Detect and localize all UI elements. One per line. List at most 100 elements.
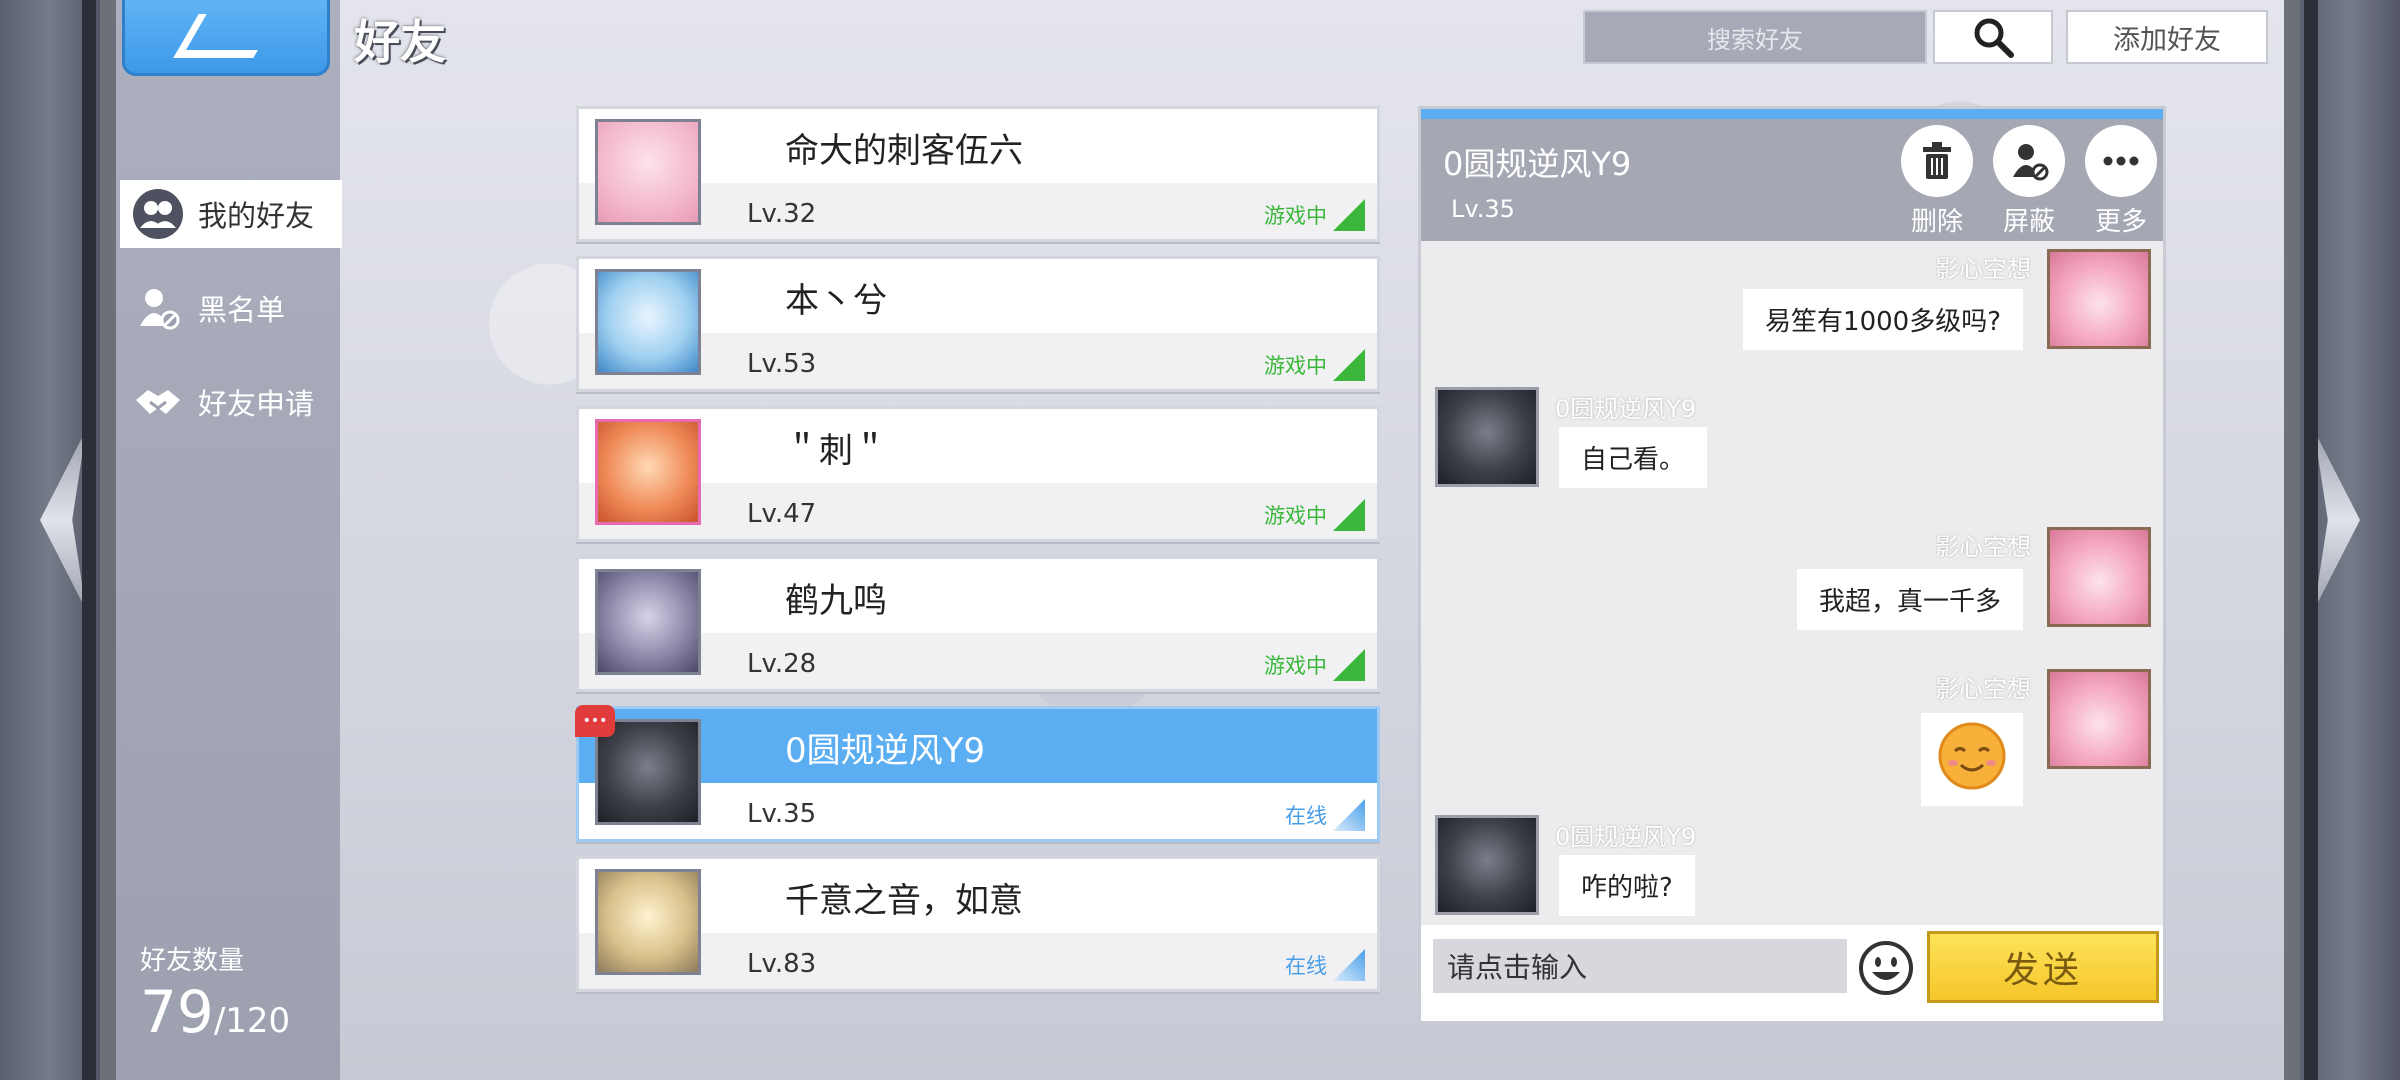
message-bubble: 咋的啦? xyxy=(1559,855,1695,916)
emoji-button[interactable] xyxy=(1857,939,1915,997)
avatar xyxy=(1435,387,1539,487)
friend-name: 0圆规逆风Y9 xyxy=(785,731,986,771)
status-text: 游戏中 xyxy=(1264,504,1327,528)
friend-count-max: /120 xyxy=(213,1001,291,1041)
message-list: 影心空想 易笙有1000多级吗? 0圆规逆风Y9 自己看。 影心空想 我超，真一… xyxy=(1421,241,2163,931)
friend-status: 游戏中 xyxy=(1264,199,1365,231)
avatar xyxy=(2047,527,2151,627)
sidebar-item-label: 我的好友 xyxy=(198,199,315,233)
right-arrow-icon[interactable] xyxy=(2314,430,2360,610)
friend-card[interactable]: 鹤九鸣 Lv.28 游戏中 xyxy=(576,556,1380,692)
avatar xyxy=(595,569,701,675)
friend-avatar-image xyxy=(598,272,698,372)
friend-count-value: 79 xyxy=(140,978,214,1046)
delete-button[interactable]: 删除 xyxy=(1899,125,1975,238)
emoji-icon xyxy=(1859,941,1913,995)
message-bubble: 易笙有1000多级吗? xyxy=(1743,289,2023,350)
left-frame xyxy=(0,0,100,1080)
chat-input[interactable]: 请点击输入 xyxy=(1433,939,1847,993)
friend-level: Lv.47 xyxy=(747,499,817,529)
sidebar-item-label: 好友申请 xyxy=(198,387,315,421)
status-text: 游戏中 xyxy=(1264,654,1327,678)
signal-icon xyxy=(1333,799,1365,831)
signal-icon xyxy=(1333,499,1365,531)
chat-friend-level: Lv.35 xyxy=(1451,195,1515,223)
signal-icon xyxy=(1333,649,1365,681)
friend-level: Lv.53 xyxy=(747,349,817,379)
handshake-icon xyxy=(132,376,184,428)
chat-panel: 0圆规逆风Y9 Lv.35 删除 屏蔽 更多 影心空想 易笙有1000多级吗? … xyxy=(1418,106,2166,1024)
block-button[interactable]: 屏蔽 xyxy=(1991,125,2067,238)
friends-icon xyxy=(132,188,184,240)
sidebar: 我的好友 黑名单 好友申请 好友数量 79 /120 xyxy=(116,0,342,1080)
add-friend-button[interactable]: 添加好友 xyxy=(2066,10,2268,64)
friend-count: 79 /120 xyxy=(140,978,290,1046)
message-sender: 0圆规逆风Y9 xyxy=(1555,823,1697,851)
friend-level: Lv.28 xyxy=(747,649,817,679)
friend-status: 在线 xyxy=(1285,799,1365,831)
avatar xyxy=(595,269,701,375)
friend-name: ＂刺＂ xyxy=(785,431,887,471)
signal-icon xyxy=(1333,199,1365,231)
sidebar-item-label: 黑名单 xyxy=(198,293,286,327)
message-sender: 0圆规逆风Y9 xyxy=(1555,395,1697,423)
send-button[interactable]: 发送 xyxy=(1927,931,2159,1003)
friend-card[interactable]: 命大的刺客伍六 Lv.32 游戏中 xyxy=(576,106,1380,242)
message-bubble: 自己看。 xyxy=(1559,427,1708,488)
friend-status: 在线 xyxy=(1285,949,1365,981)
status-text: 游戏中 xyxy=(1264,354,1327,378)
back-button[interactable] xyxy=(122,0,330,76)
avatar xyxy=(2047,249,2151,349)
chat-accent-bar xyxy=(1421,109,2163,119)
friend-avatar-image xyxy=(598,122,698,222)
friend-level: Lv.32 xyxy=(747,199,817,229)
chat-friend-name: 0圆规逆风Y9 xyxy=(1443,145,1632,183)
main-panel: 我的好友 黑名单 好友申请 好友数量 79 /120 好友 搜索好友 添加好友 xyxy=(116,0,2284,1080)
block-user-icon xyxy=(2013,144,2049,181)
more-button[interactable]: 更多 xyxy=(2083,125,2159,238)
message-sender: 影心空想 xyxy=(1935,255,2031,283)
friend-card[interactable]: 千意之音，如意 Lv.83 在线 xyxy=(576,856,1380,992)
signal-icon xyxy=(1333,349,1365,381)
status-text: 在线 xyxy=(1285,804,1327,828)
friend-name: 鹤九鸣 xyxy=(785,581,887,621)
left-arrow-icon[interactable] xyxy=(40,430,86,610)
friend-avatar-image xyxy=(598,872,698,972)
sidebar-item-friend-requests[interactable]: 好友申请 xyxy=(120,368,340,436)
status-text: 在线 xyxy=(1285,954,1327,978)
message-sender: 影心空想 xyxy=(1935,675,2031,703)
status-text: 游戏中 xyxy=(1264,204,1327,228)
search-icon xyxy=(1974,18,2014,58)
signal-icon xyxy=(1333,949,1365,981)
friend-level: Lv.35 xyxy=(747,799,817,829)
friend-status: 游戏中 xyxy=(1264,499,1365,531)
avatar xyxy=(1435,815,1539,915)
sidebar-item-blacklist[interactable]: 黑名单 xyxy=(120,274,340,342)
friend-count-label: 好友数量 xyxy=(140,946,245,976)
avatar xyxy=(595,119,701,225)
friend-avatar-image xyxy=(598,722,698,822)
friend-status: 游戏中 xyxy=(1264,349,1365,381)
friend-status: 游戏中 xyxy=(1264,649,1365,681)
friend-card-selected[interactable]: ••• 0圆规逆风Y9 Lv.35 在线 xyxy=(575,705,1380,842)
friend-card[interactable]: ＂刺＂ Lv.47 游戏中 xyxy=(576,406,1380,542)
back-arrow-icon xyxy=(173,14,279,58)
delete-label: 删除 xyxy=(1910,207,1963,237)
search-button[interactable] xyxy=(1933,10,2053,64)
avatar xyxy=(595,419,701,525)
friend-name: 命大的刺客伍六 xyxy=(785,131,1023,171)
friend-card[interactable]: 本丶兮 Lv.53 游戏中 xyxy=(576,256,1380,392)
friend-avatar-image xyxy=(598,572,698,672)
message-bubble: 我超，真一千多 xyxy=(1796,569,2023,630)
smile-emoji-icon xyxy=(1938,722,2006,790)
search-input[interactable]: 搜索好友 xyxy=(1583,10,1927,64)
unread-message-badge-icon: ••• xyxy=(575,705,615,737)
avatar xyxy=(595,869,701,975)
chat-header: 0圆规逆风Y9 Lv.35 删除 屏蔽 更多 xyxy=(1421,119,2163,241)
message-sender: 影心空想 xyxy=(1935,533,2031,561)
sidebar-item-my-friends[interactable]: 我的好友 xyxy=(120,180,342,248)
page-title: 好友 xyxy=(354,15,446,69)
friend-level: Lv.83 xyxy=(747,949,817,979)
trash-icon xyxy=(1923,142,1951,179)
more-icon xyxy=(2103,156,2139,166)
